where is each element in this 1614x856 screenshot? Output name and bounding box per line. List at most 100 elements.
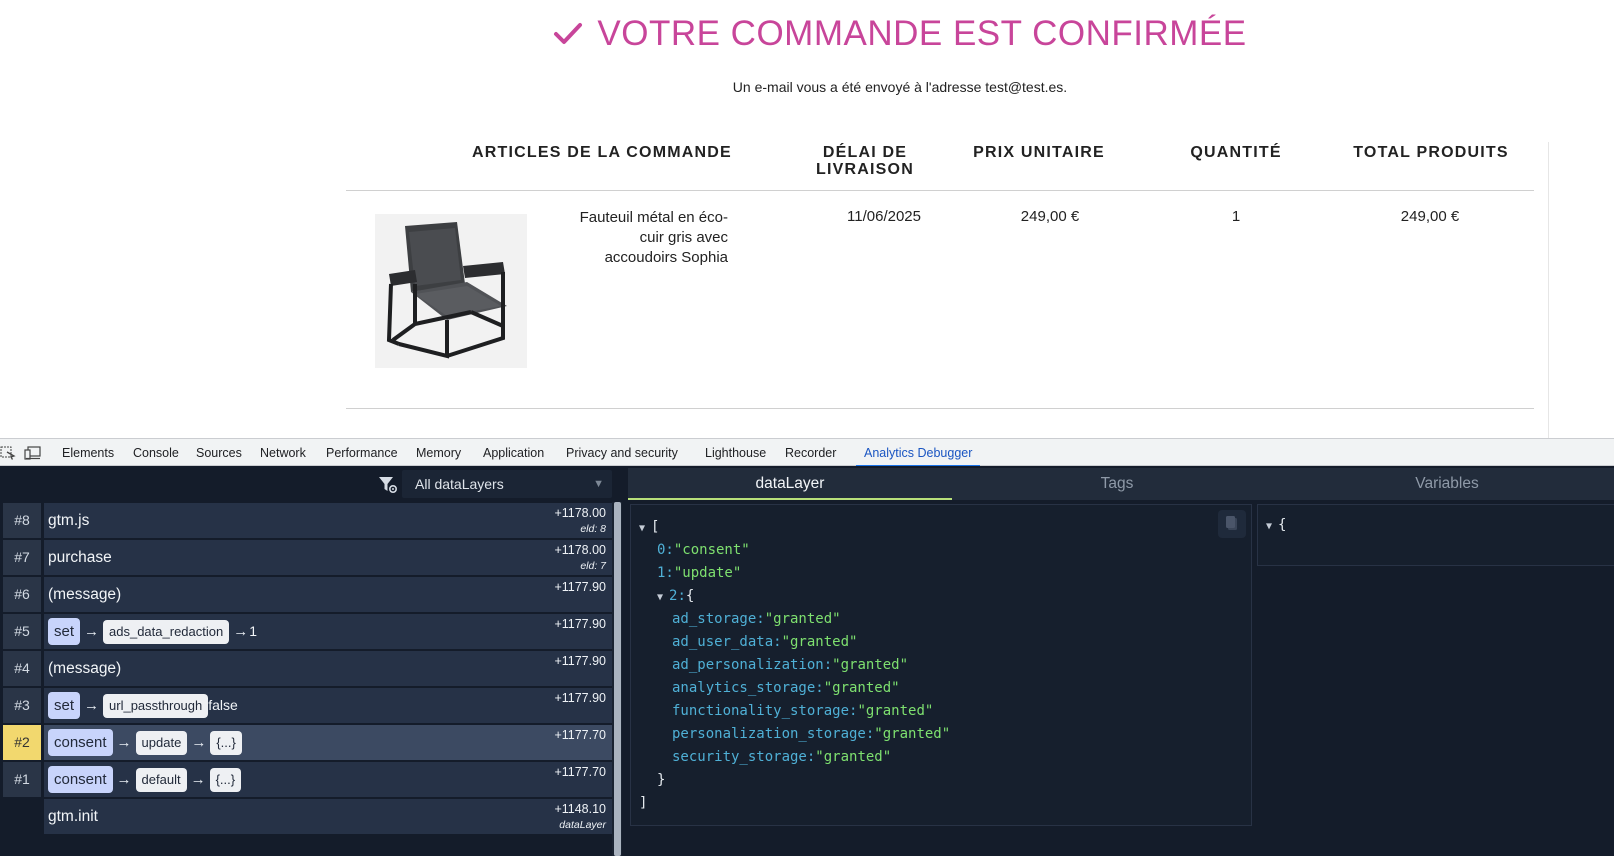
event-label: gtm.init <box>48 808 98 825</box>
product-name-line2: cuir gris avec <box>639 229 728 246</box>
event-row[interactable]: #7 purchase +1178.00 eld: 7 <box>0 539 612 576</box>
filter-bar: All dataLayers ▼ <box>0 466 624 502</box>
event-row[interactable]: #1 consent → default → {...} +1177.70 <box>0 761 612 798</box>
variables-json-viewer: ▼ { <box>1257 504 1614 566</box>
event-time: +1177.90 <box>554 654 606 668</box>
event-row[interactable]: gtm.init +1148.10 dataLayer <box>0 798 612 835</box>
table-divider-bottom <box>346 408 1534 409</box>
event-label: set → url_passthrough false <box>48 688 238 723</box>
event-row[interactable]: #6 (message) +1177.90 <box>0 576 612 613</box>
collapse-triangle-icon[interactable]: ▼ <box>1266 521 1278 532</box>
event-row[interactable]: #8 gtm.js +1178.00 eld: 8 <box>0 502 612 539</box>
event-chip: set <box>48 618 81 646</box>
product-name-line1: Fauteuil métal en éco- <box>579 209 728 226</box>
tab-sources[interactable]: Sources <box>196 439 242 466</box>
header-delai-line1: DÉLAI DE <box>822 144 908 161</box>
arrow-icon: → <box>116 771 132 789</box>
event-time: +1177.90 <box>554 691 606 705</box>
json-key: analytics_storage: <box>672 680 824 696</box>
header-quantite: QUANTITÉ <box>1190 144 1282 161</box>
quantity: 1 <box>1231 208 1241 225</box>
device-toolbar-icon[interactable] <box>24 445 41 460</box>
tab-variables[interactable]: Variables <box>1282 468 1612 500</box>
tab-elements[interactable]: Elements <box>62 439 114 466</box>
unit-price: 249,00 € <box>1020 208 1080 225</box>
tab-recorder[interactable]: Recorder <box>785 439 836 466</box>
datalayer-select[interactable]: All dataLayers ▼ <box>402 470 612 498</box>
json-bracket: } <box>657 772 666 788</box>
filter-settings-icon[interactable] <box>378 476 398 499</box>
analytics-debugger-panel: All dataLayers ▼ #8 gtm.js +1178.00 eld:… <box>0 466 1614 856</box>
event-label: consent → update → {...} <box>48 725 242 760</box>
tab-memory[interactable]: Memory <box>416 439 461 466</box>
json-key: personalization_storage: <box>672 726 875 742</box>
event-list-scrollbar[interactable] <box>612 502 622 856</box>
json-bracket: { <box>685 588 695 604</box>
event-number: #5 <box>3 614 41 649</box>
json-bracket: ] <box>639 795 648 811</box>
datalayer-json-viewer: ▼ [ 0:"consent" 1:"update" ▼ 2:{ ad_stor… <box>630 504 1252 826</box>
event-row[interactable]: #3 set → url_passthrough false +1177.90 <box>0 687 612 724</box>
event-label: consent → default → {...} <box>48 762 242 797</box>
header-delai: DÉLAI DE LIVRAISON <box>804 144 926 178</box>
event-number: #4 <box>3 651 41 686</box>
json-key: 2: <box>669 588 686 604</box>
header-delai-line2: LIVRAISON <box>816 161 914 178</box>
arrow-icon: → <box>233 623 249 641</box>
scrollbar-thumb[interactable] <box>614 502 621 856</box>
header-articles: ARTICLES DE LA COMMANDE <box>472 144 732 161</box>
event-value-chip: {...} <box>210 730 242 755</box>
json-bracket: [ <box>651 519 660 535</box>
json-value: "granted" <box>874 726 951 742</box>
event-time: +1177.70 <box>554 728 606 742</box>
event-label: (message) <box>48 586 122 603</box>
inspect-element-icon[interactable] <box>0 445 16 460</box>
tab-console[interactable]: Console <box>133 439 179 466</box>
event-number: #2 <box>3 725 41 760</box>
confirm-title-text: VOTRE COMMANDE EST CONFIRMÉE <box>597 13 1247 53</box>
event-chip: consent <box>48 729 113 757</box>
collapse-triangle-icon[interactable]: ▼ <box>639 523 651 534</box>
event-time: +1178.00 <box>554 506 606 520</box>
event-value-chip: {...} <box>209 767 242 792</box>
tab-analytics-debugger[interactable]: Analytics Debugger <box>855 439 981 467</box>
event-time: +1177.70 <box>554 765 606 779</box>
event-time: +1178.00 <box>554 543 606 557</box>
devtools-tabbar: Elements Console Sources Network Perform… <box>0 438 1614 467</box>
tab-lighthouse[interactable]: Lighthouse <box>705 439 766 466</box>
tab-tags[interactable]: Tags <box>952 468 1282 500</box>
event-time: +1148.10 <box>554 802 606 816</box>
product-name-line3: accoudoirs Sophia <box>604 249 728 266</box>
event-row[interactable]: #5 set → ads_data_redaction →1 +1177.90 <box>0 613 612 650</box>
product-name[interactable]: Fauteuil métal en éco- cuir gris avec ac… <box>556 208 728 268</box>
copy-icon[interactable] <box>1218 510 1246 538</box>
tab-datalayer[interactable]: dataLayer <box>628 468 952 500</box>
email-note: Un e-mail vous a été envoyé à l'adresse … <box>732 79 1068 95</box>
event-key-chip: ads_data_redaction <box>103 619 230 644</box>
check-icon <box>553 22 583 46</box>
event-number: #6 <box>3 577 41 612</box>
json-key: 0: <box>657 542 674 558</box>
tab-network[interactable]: Network <box>260 439 306 466</box>
tab-application[interactable]: Application <box>483 439 544 466</box>
json-value: "granted" <box>823 680 900 696</box>
table-border <box>1548 142 1549 438</box>
line-total: 249,00 € <box>1400 208 1460 225</box>
tab-performance[interactable]: Performance <box>326 439 398 466</box>
event-label: purchase <box>48 549 112 566</box>
event-row[interactable]: #4 (message) +1177.90 <box>0 650 612 687</box>
arrow-icon: → <box>191 734 207 752</box>
arrow-icon: → <box>116 734 132 752</box>
arrow-icon: → <box>84 697 100 715</box>
tab-privacy-security[interactable]: Privacy and security <box>566 439 678 466</box>
json-key: security_storage: <box>672 749 816 765</box>
json-value: "granted" <box>815 749 892 765</box>
json-key: 1: <box>657 565 674 581</box>
event-list[interactable]: #8 gtm.js +1178.00 eld: 8 #7 purchase +1… <box>0 502 612 856</box>
json-key: functionality_storage: <box>672 703 858 719</box>
product-image[interactable] <box>375 214 527 368</box>
collapse-triangle-icon[interactable]: ▼ <box>657 592 669 603</box>
header-prix: PRIX UNITAIRE <box>973 144 1105 161</box>
event-row-selected[interactable]: #2 consent → update → {...} +1177.70 <box>0 724 612 761</box>
json-value: "granted" <box>781 634 858 650</box>
